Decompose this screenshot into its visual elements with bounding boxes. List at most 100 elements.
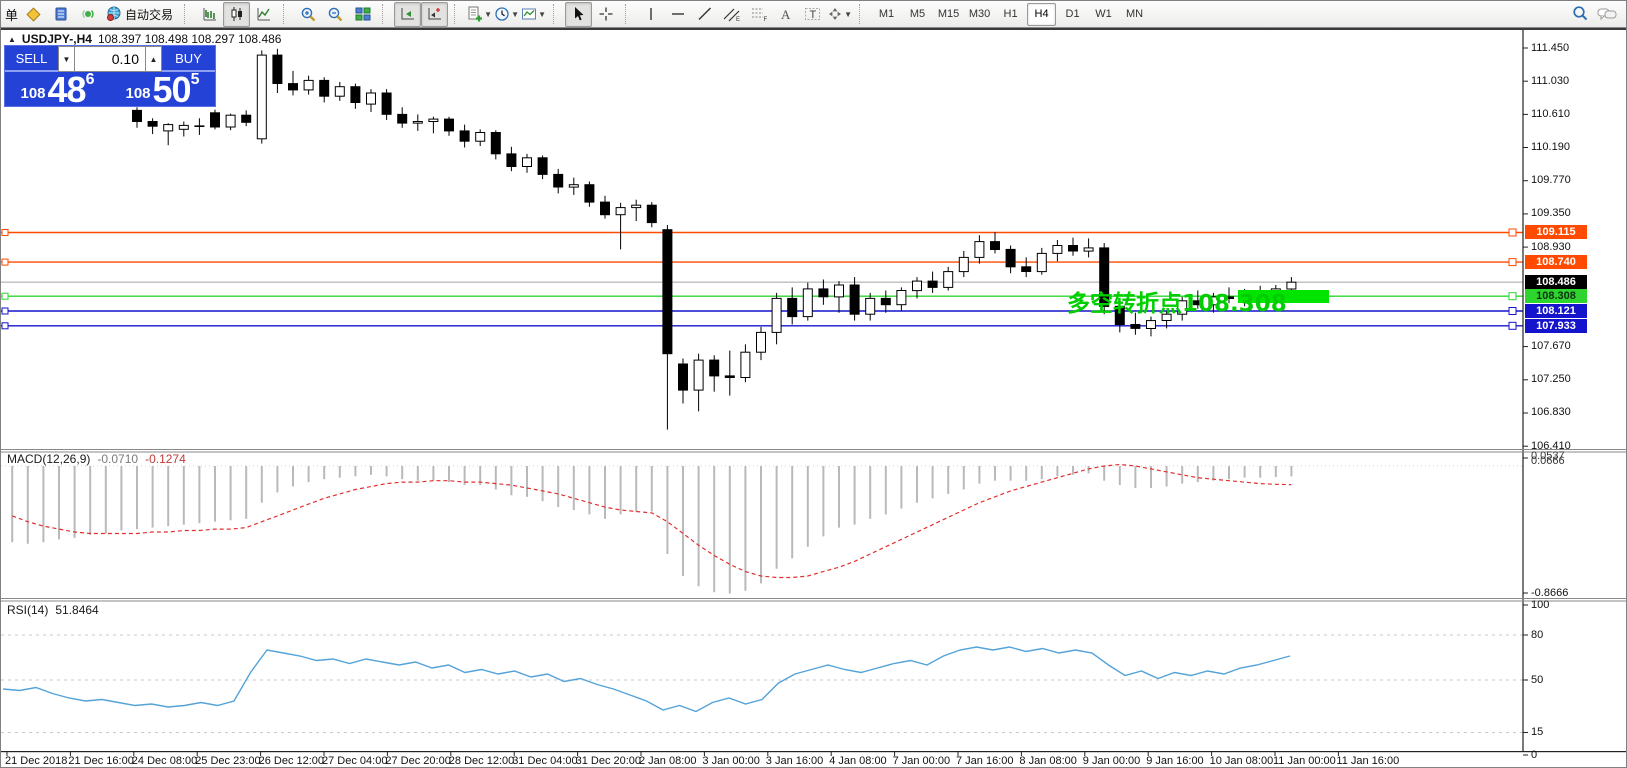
- time-label: 2 Jan 08:00: [639, 755, 697, 767]
- equidistant-channel-icon[interactable]: E: [718, 2, 745, 27]
- time-label: 3 Jan 16:00: [766, 755, 824, 767]
- time-label: 21 Dec 2018: [5, 755, 67, 767]
- zoom-out-icon[interactable]: [322, 2, 349, 27]
- autotrade-button[interactable]: 自动交易: [101, 2, 178, 27]
- rsi-scale-100: 100: [1531, 599, 1549, 611]
- toolbar-separator: [382, 4, 392, 24]
- pivot-annotation-text[interactable]: 多空转折点108.308: [1067, 284, 1287, 318]
- buy-price-big: 50: [153, 75, 191, 105]
- rsi-scale-15: 15: [1531, 726, 1543, 738]
- templates-button[interactable]: ▼: [520, 2, 547, 27]
- time-label: 8 Jan 08:00: [1019, 755, 1077, 767]
- toolbar-separator: [859, 4, 869, 24]
- price-badge-109.115: 109.115: [1525, 225, 1587, 239]
- price-badge-107.933: 107.933: [1525, 319, 1587, 333]
- timeframe-mn-button[interactable]: MN: [1120, 3, 1149, 26]
- chart-shift-icon[interactable]: [421, 2, 448, 27]
- price-tick-label: 111.030: [1531, 75, 1569, 87]
- price-tick-label: 110.190: [1531, 141, 1570, 153]
- timeframe-w1-button[interactable]: W1: [1089, 3, 1118, 26]
- time-label: 4 Jan 08:00: [829, 755, 887, 767]
- arrows-tool-icon[interactable]: ▼: [826, 2, 853, 27]
- search-icon[interactable]: [1566, 2, 1593, 27]
- toolbar-separator: [625, 4, 635, 24]
- order-text[interactable]: 单: [3, 5, 20, 24]
- text-tool-icon[interactable]: A: [772, 2, 799, 27]
- svg-text:A: A: [781, 7, 791, 22]
- vertical-line-icon[interactable]: [637, 2, 664, 27]
- timeframe-h4-button[interactable]: H4: [1027, 3, 1056, 26]
- price-tick-label: 106.830: [1531, 406, 1571, 418]
- timeframe-m15-button[interactable]: M15: [934, 3, 963, 26]
- time-label: 11 Jan 00:00: [1273, 755, 1336, 767]
- macd-value-main: -0.0710: [97, 452, 138, 466]
- time-label: 21 Dec 16:00: [68, 755, 133, 767]
- time-label: 10 Jan 08:00: [1210, 755, 1274, 767]
- sell-price-big: 48: [48, 75, 86, 105]
- time-label: 7 Jan 16:00: [956, 755, 1014, 767]
- autoscroll-icon[interactable]: [394, 2, 421, 27]
- bar-chart-icon[interactable]: [196, 2, 223, 27]
- chart-ohlc-label: 108.397 108.498 108.297 108.486: [98, 32, 282, 46]
- chat-icon[interactable]: [1593, 2, 1620, 27]
- time-label: 31 Dec 20:00: [576, 755, 641, 767]
- chart-canvas[interactable]: [1, 1, 1627, 768]
- crosshair-icon[interactable]: [592, 2, 619, 27]
- price-tick-label: 107.670: [1531, 340, 1571, 352]
- time-label: 9 Jan 00:00: [1083, 755, 1141, 767]
- timeframe-m1-button[interactable]: M1: [872, 3, 901, 26]
- toolbar-separator: [454, 4, 464, 24]
- rsi-name: RSI(14): [7, 603, 48, 617]
- price-badge-108.121: 108.121: [1525, 304, 1587, 318]
- timeframe-d1-button[interactable]: D1: [1058, 3, 1087, 26]
- macd-value-signal: -0.1274: [145, 452, 186, 466]
- tile-windows-icon[interactable]: [349, 2, 376, 27]
- indicators-button[interactable]: ▼: [466, 2, 493, 27]
- fibonacci-icon[interactable]: F: [745, 2, 772, 27]
- toolbar-separator: [283, 4, 293, 24]
- sell-price-sup: 6: [86, 73, 95, 87]
- buy-price-prefix: 108: [126, 83, 151, 105]
- price-tick-label: 111.450: [1531, 42, 1569, 54]
- rsi-scale-50: 50: [1531, 674, 1543, 686]
- line-chart-icon[interactable]: [250, 2, 277, 27]
- rsi-scale-80: 80: [1531, 629, 1543, 641]
- toolbar-separator: [553, 4, 563, 24]
- price-tick-label: 107.250: [1531, 373, 1571, 385]
- market-watch-icon[interactable]: [47, 2, 74, 27]
- time-label: 3 Jan 00:00: [702, 755, 760, 767]
- buy-price[interactable]: 108 50 5: [110, 72, 215, 106]
- time-label: 25 Dec 23:00: [195, 755, 260, 767]
- price-badge-108.486: 108.486: [1525, 275, 1587, 289]
- timeframe-m30-button[interactable]: M30: [965, 3, 994, 26]
- one-click-trade-panel: SELL ▼ 0.10 ▲ BUY 108 48 6 108 50 5: [4, 45, 216, 107]
- timeframe-h1-button[interactable]: H1: [996, 3, 1025, 26]
- cursor-icon[interactable]: [565, 2, 592, 27]
- zoom-in-icon[interactable]: [295, 2, 322, 27]
- buy-price-sup: 5: [191, 73, 200, 87]
- trendline-icon[interactable]: [691, 2, 718, 27]
- sound-alert-icon[interactable]: [74, 2, 101, 27]
- price-tick-label: 109.350: [1531, 207, 1571, 219]
- candlestick-chart-icon[interactable]: [223, 2, 250, 27]
- horizontal-line-icon[interactable]: [664, 2, 691, 27]
- price-badge-108.740: 108.740: [1525, 255, 1587, 269]
- macd-name: MACD(12,26,9): [7, 452, 90, 466]
- macd-label: MACD(12,26,9) -0.0710 -0.1274: [7, 452, 186, 466]
- rsi-value: 51.8464: [55, 603, 98, 617]
- svg-text:T: T: [810, 9, 817, 21]
- periods-button[interactable]: ▼: [493, 2, 520, 27]
- sell-price[interactable]: 108 48 6: [5, 72, 110, 106]
- price-badge-108.308: 108.308: [1525, 289, 1587, 303]
- time-label: 31 Dec 04:00: [512, 755, 577, 767]
- timeframe-m5-button[interactable]: M5: [903, 3, 932, 26]
- time-label: 27 Dec 20:00: [385, 755, 450, 767]
- new-order-icon[interactable]: [20, 2, 47, 27]
- price-tick-label: 108.930: [1531, 241, 1571, 253]
- collapse-icon[interactable]: ▲: [8, 35, 16, 44]
- text-label-icon[interactable]: T: [799, 2, 826, 27]
- time-label: 26 Dec 12:00: [259, 755, 324, 767]
- time-label: 11 Jan 16:00: [1336, 755, 1399, 767]
- time-label: 27 Dec 04:00: [322, 755, 387, 767]
- chart-title-row: ▲ USDJPY-,H4 108.397 108.498 108.297 108…: [8, 32, 281, 46]
